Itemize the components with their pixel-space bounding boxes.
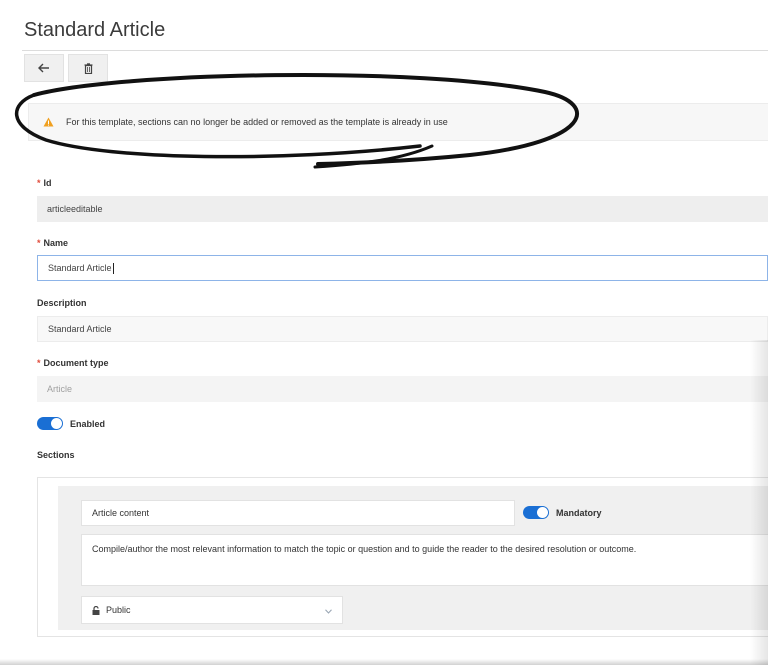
required-marker: * bbox=[37, 358, 41, 368]
id-label: * Id bbox=[37, 178, 52, 188]
document-type-label: * Document type bbox=[37, 358, 109, 368]
arrow-left-icon bbox=[38, 63, 50, 73]
page-title: Standard Article bbox=[24, 19, 166, 41]
mandatory-toggle[interactable] bbox=[523, 506, 549, 519]
back-button[interactable] bbox=[24, 54, 64, 82]
enabled-label: Enabled bbox=[70, 418, 106, 429]
title-divider bbox=[22, 50, 768, 51]
name-field-value: Standard Article bbox=[48, 263, 112, 273]
section-name-input[interactable]: Article content bbox=[81, 500, 515, 526]
description-label: Description bbox=[37, 298, 87, 308]
trash-icon bbox=[84, 62, 93, 74]
page-curl-shadow bbox=[750, 340, 768, 665]
section-card: Article content Mandatory Compile/author… bbox=[37, 477, 768, 637]
lock-icon bbox=[92, 605, 100, 615]
visibility-value: Public bbox=[106, 605, 131, 615]
id-field: articleeditable bbox=[37, 196, 768, 222]
mandatory-row: Mandatory bbox=[523, 506, 602, 519]
name-field[interactable]: Standard Article bbox=[37, 255, 768, 281]
sections-label: Sections bbox=[37, 450, 75, 460]
delete-button[interactable] bbox=[68, 54, 108, 82]
required-marker: * bbox=[37, 178, 41, 188]
mandatory-label: Mandatory bbox=[556, 507, 602, 518]
chevron-down-icon bbox=[325, 606, 332, 616]
enabled-row: Enabled bbox=[37, 417, 105, 430]
toolbar bbox=[24, 54, 108, 84]
document-type-field: Article bbox=[37, 376, 768, 402]
page-bottom-shadow bbox=[0, 659, 768, 665]
name-label: * Name bbox=[37, 238, 69, 248]
warning-triangle-icon bbox=[43, 117, 54, 127]
section-description-input[interactable]: Compile/author the most relevant informa… bbox=[81, 534, 768, 586]
visibility-select[interactable]: Public bbox=[81, 596, 343, 624]
description-field[interactable]: Standard Article bbox=[37, 316, 768, 342]
section-item: Article content Mandatory Compile/author… bbox=[58, 486, 768, 630]
warning-text: For this template, sections can no longe… bbox=[66, 117, 448, 127]
required-marker: * bbox=[37, 238, 41, 248]
template-in-use-warning: For this template, sections can no longe… bbox=[28, 103, 768, 141]
enabled-toggle[interactable] bbox=[37, 417, 63, 430]
text-cursor bbox=[112, 262, 114, 274]
